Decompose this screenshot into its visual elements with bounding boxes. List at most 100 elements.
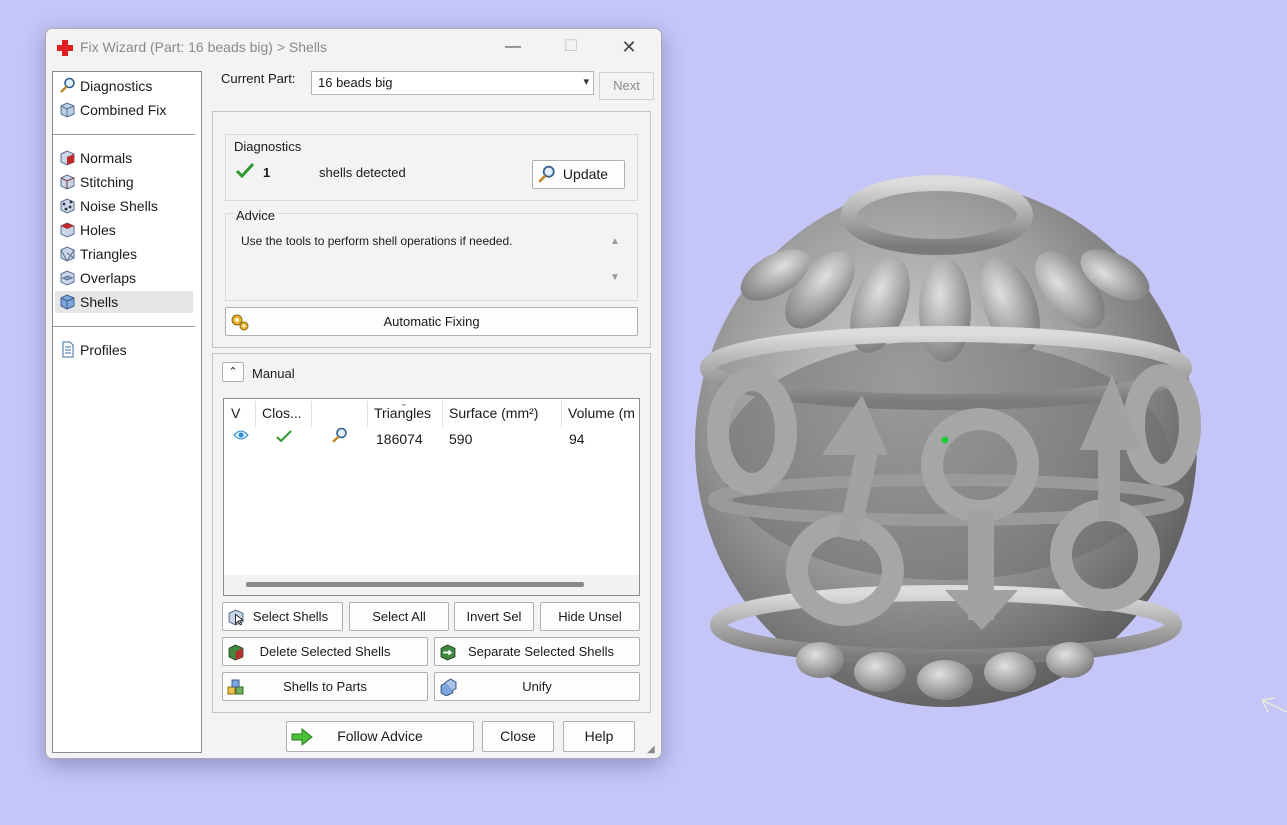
collapse-manual-button[interactable]: ⌃ [222, 362, 244, 382]
overlaps-cube-icon [59, 269, 76, 286]
parts-cubes-icon [227, 678, 245, 696]
sidebar-item-triangles[interactable]: Triangles [55, 243, 193, 265]
cube-icon [59, 101, 76, 118]
checkmark-icon [236, 162, 254, 178]
horizontal-scrollbar[interactable] [224, 575, 639, 595]
maximize-button[interactable]: ☐ [548, 33, 594, 61]
sidebar-item-combined-fix[interactable]: Combined Fix [55, 99, 193, 121]
triangles-cube-icon [59, 245, 76, 262]
current-part-dropdown[interactable]: 16 beads big ▾ [311, 71, 594, 95]
column-header-visible[interactable]: V [231, 405, 240, 421]
unify-button[interactable]: Unify [434, 672, 640, 701]
sidebar-item-label: Profiles [80, 342, 127, 358]
minimize-button[interactable]: — [490, 33, 536, 61]
delete-cube-icon [227, 643, 245, 661]
select-all-button[interactable]: Select All [349, 602, 449, 631]
column-divider [255, 401, 256, 427]
separate-selected-label: Separate Selected Shells [468, 644, 614, 659]
sidebar-divider [53, 134, 195, 135]
holes-cube-icon [59, 221, 76, 238]
diagnostics-title: Diagnostics [234, 139, 302, 154]
eye-icon[interactable] [233, 429, 249, 441]
shell-count: 1 [263, 165, 271, 180]
sidebar-item-normals[interactable]: Normals [55, 147, 193, 169]
follow-advice-button[interactable]: Follow Advice [286, 721, 474, 752]
sidebar-item-holes[interactable]: Holes [55, 219, 193, 241]
normals-cube-icon [59, 149, 76, 166]
close-window-button[interactable]: ✕ [606, 33, 652, 61]
title-bar[interactable]: Fix Wizard (Part: 16 beads big) > Shells… [46, 29, 661, 65]
help-label: Help [584, 728, 614, 744]
invert-sel-label: Invert Sel [466, 609, 522, 624]
column-header-surface[interactable]: Surface (mm²) [449, 405, 538, 421]
update-button[interactable]: Update [532, 160, 625, 189]
diagnostics-status-text: shells detected [319, 165, 406, 180]
automatic-fixing-label: Automatic Fixing [383, 314, 480, 329]
separate-selected-shells-button[interactable]: Separate Selected Shells [434, 637, 640, 666]
gears-icon [230, 312, 250, 332]
chevron-up-icon: ⌃ [228, 366, 238, 378]
column-divider [367, 401, 368, 427]
automatic-fixing-button[interactable]: Automatic Fixing [225, 307, 638, 336]
noise-cube-icon [59, 197, 76, 214]
document-icon [59, 341, 76, 358]
scroll-down-arrow[interactable]: ▼ [610, 272, 620, 283]
column-header-volume[interactable]: Volume (m [568, 405, 635, 421]
advice-text: Use the tools to perform shell operation… [241, 234, 513, 248]
scrollbar-thumb[interactable] [246, 582, 584, 587]
stitching-cube-icon [59, 173, 76, 190]
delete-selected-shells-button[interactable]: Delete Selected Shells [222, 637, 428, 666]
sidebar-item-label: Normals [80, 150, 133, 166]
sidebar-item-label: Holes [80, 222, 116, 238]
sidebar-item-noise-shells[interactable]: Noise Shells [55, 195, 193, 217]
magnifier-icon [537, 165, 556, 184]
help-button[interactable]: Help [563, 721, 635, 752]
red-cross-icon [56, 39, 74, 57]
sidebar-item-label: Triangles [80, 246, 138, 262]
shells-cube-icon [59, 293, 76, 310]
follow-advice-label: Follow Advice [337, 728, 423, 744]
unify-label: Unify [522, 679, 552, 694]
shells-to-parts-label: Shells to Parts [283, 679, 367, 694]
column-divider [311, 401, 312, 427]
chevron-down-icon: ▾ [583, 76, 589, 88]
select-shells-button[interactable]: Select Shells [222, 602, 343, 631]
cell-triangles: 186074 [376, 431, 423, 447]
hide-unsel-label: Hide Unsel [558, 609, 622, 624]
sidebar-item-shells[interactable]: Shells [55, 291, 193, 313]
sidebar-item-label: Stitching [80, 174, 134, 190]
scroll-up-arrow[interactable]: ▲ [610, 236, 620, 247]
sidebar-item-stitching[interactable]: Stitching [55, 171, 193, 193]
close-button[interactable]: Close [482, 721, 554, 752]
sidebar-item-label: Overlaps [80, 270, 137, 286]
advice-group [225, 213, 638, 301]
shells-to-parts-button[interactable]: Shells to Parts [222, 672, 428, 701]
sidebar-item-overlaps[interactable]: Overlaps [55, 267, 193, 289]
checkmark-icon [276, 429, 292, 443]
manual-title: Manual [252, 366, 295, 381]
column-header-closed[interactable]: Clos... [262, 405, 302, 421]
cell-surface: 590 [449, 431, 473, 447]
select-cube-icon [227, 608, 245, 626]
shells-table[interactable]: V Clos... ⌄ Triangles Surface (mm²) Volu… [223, 398, 640, 596]
sidebar-item-profiles[interactable]: Profiles [55, 339, 193, 361]
hide-unselected-button[interactable]: Hide Unsel [540, 602, 640, 631]
column-divider [442, 401, 443, 427]
select-all-label: Select All [372, 609, 426, 624]
sidebar-item-diagnostics[interactable]: Diagnostics [55, 75, 193, 97]
resize-grip-icon[interactable]: ◢ [647, 744, 655, 755]
magnifier-icon[interactable] [331, 427, 348, 444]
wizard-sidebar: Diagnostics Combined Fix Normals Stitchi… [52, 71, 202, 753]
sidebar-item-label: Diagnostics [80, 78, 153, 94]
update-label: Update [562, 166, 609, 182]
current-part-label: Current Part: [221, 71, 296, 86]
next-button-label: Next [613, 78, 640, 93]
column-header-triangles[interactable]: Triangles [374, 405, 431, 421]
magnifier-icon [59, 77, 76, 94]
sidebar-item-label: Combined Fix [80, 102, 167, 118]
advice-title: Advice [234, 208, 278, 223]
fix-wizard-window: Fix Wizard (Part: 16 beads big) > Shells… [45, 28, 662, 759]
invert-selection-button[interactable]: Invert Sel [454, 602, 534, 631]
sidebar-item-label: Shells [80, 294, 119, 310]
next-button[interactable]: Next [599, 72, 654, 100]
